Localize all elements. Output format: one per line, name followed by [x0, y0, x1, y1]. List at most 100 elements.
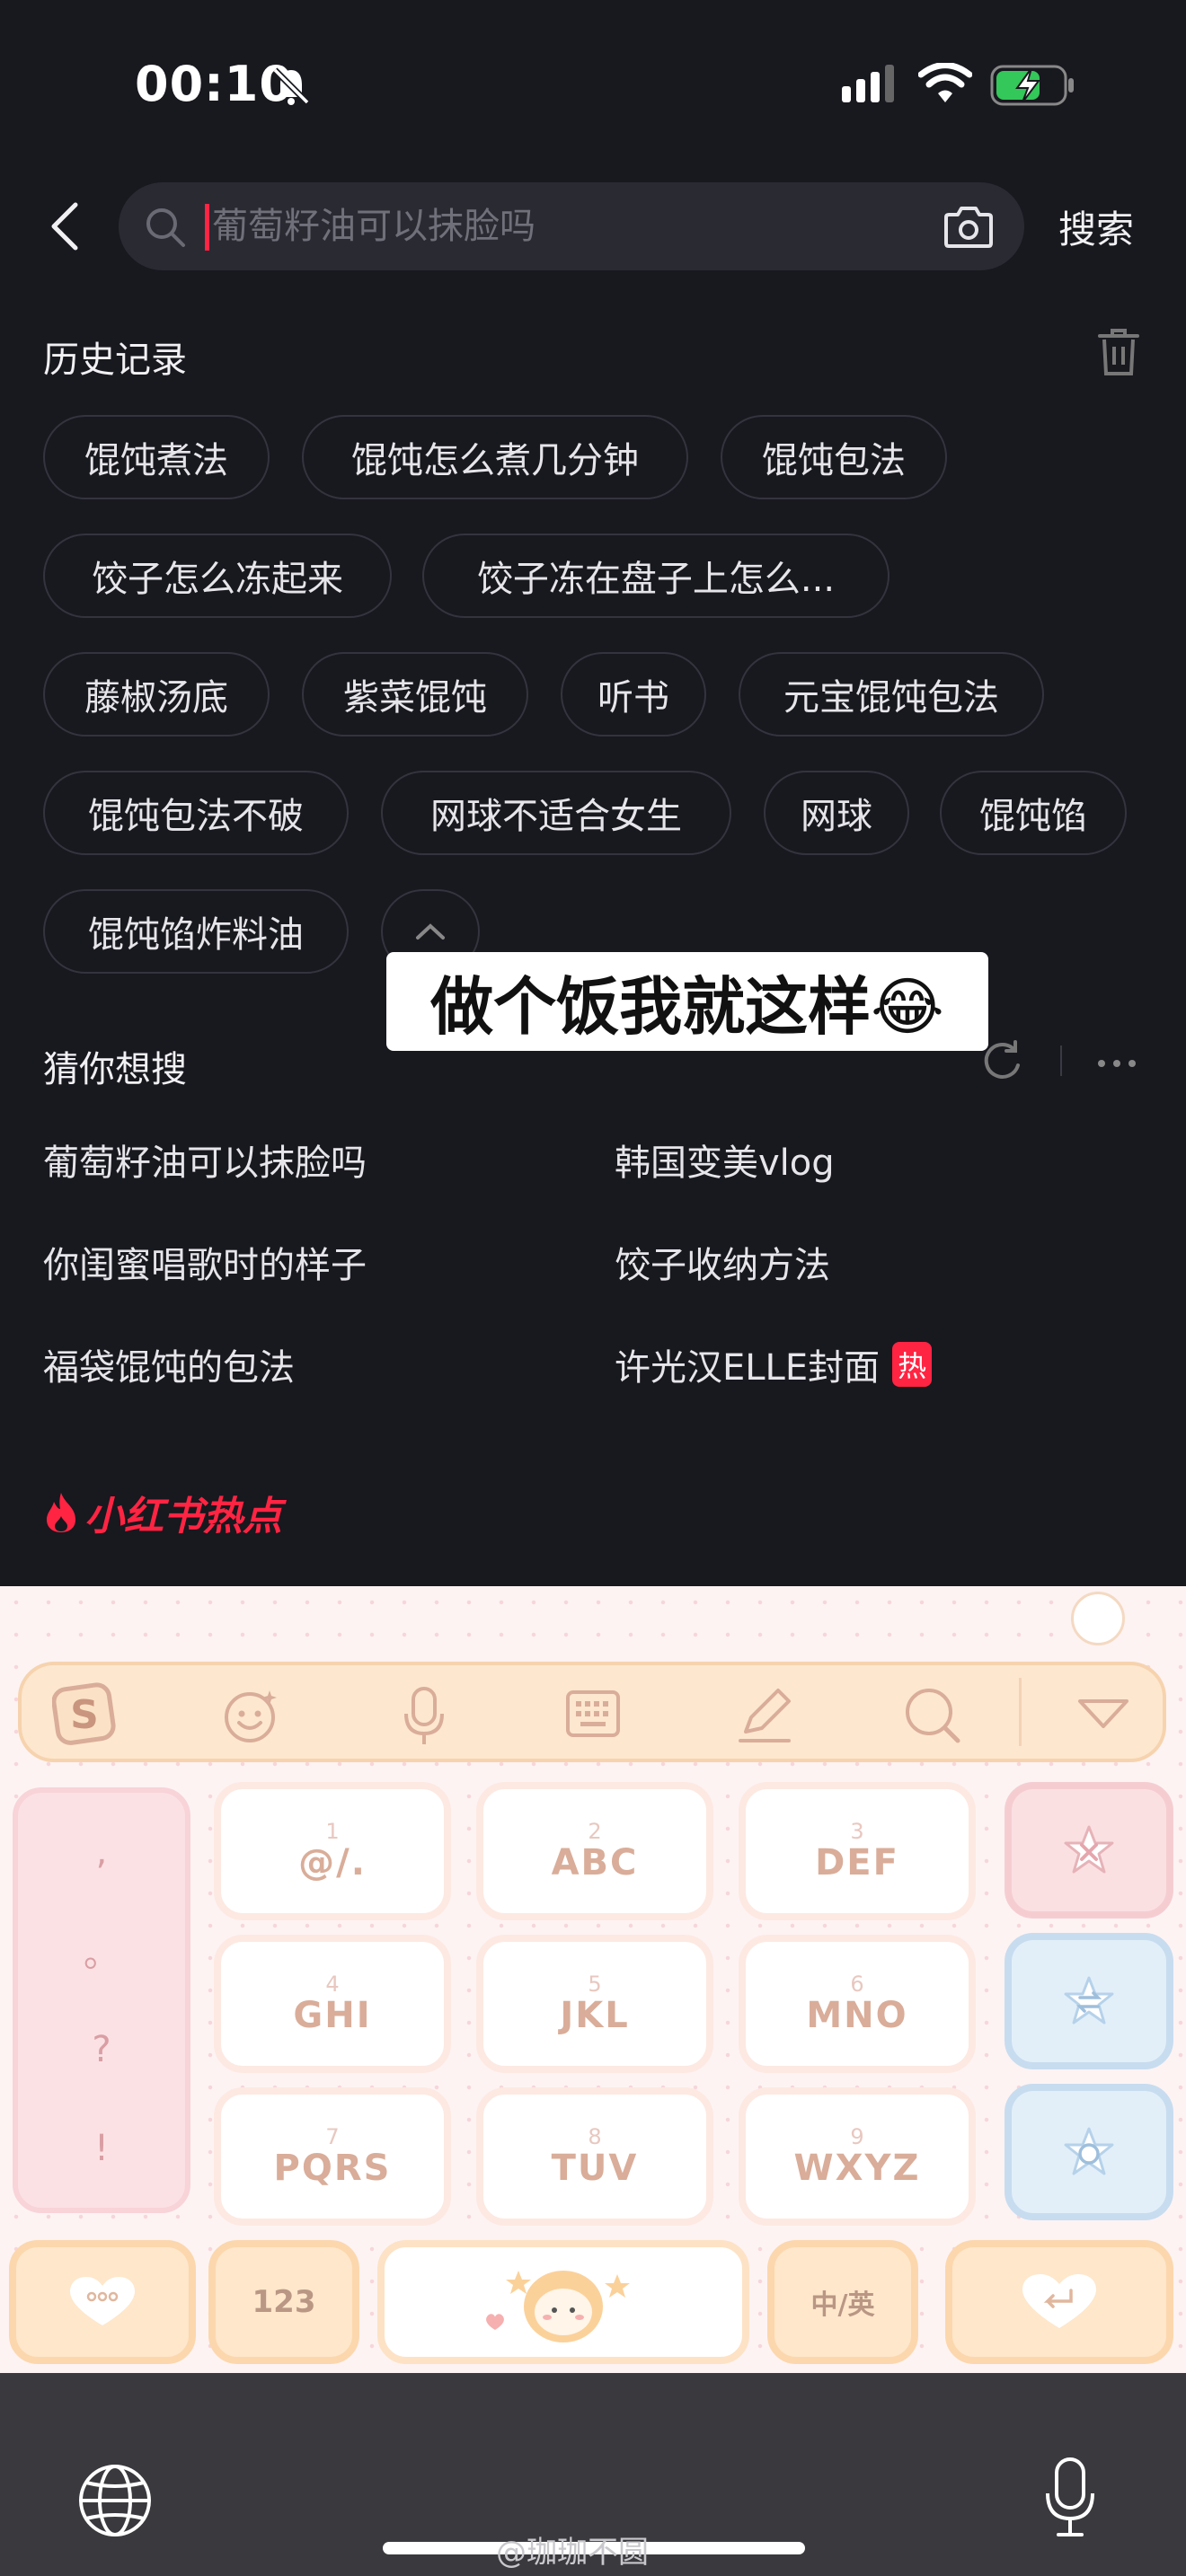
key-3[interactable]: 3 DEF: [739, 1782, 976, 1920]
delete-key[interactable]: [1005, 1782, 1173, 1919]
confirm-circle-icon: [1064, 2127, 1114, 2175]
more-icon[interactable]: [1096, 1058, 1137, 1069]
history-chip[interactable]: 馄饨包法: [721, 415, 947, 499]
history-chip[interactable]: 网球: [764, 771, 909, 855]
numbers-key[interactable]: 123: [208, 2240, 359, 2364]
key-label: MNO: [806, 1995, 908, 2036]
guess-item[interactable]: 福袋馄饨的包法: [43, 1338, 295, 1390]
history-chip[interactable]: 馄饨馅: [940, 771, 1127, 855]
punct-comma-key[interactable]: ,: [96, 1803, 108, 1901]
key-label: @/.: [298, 1842, 367, 1883]
search-icon[interactable]: [902, 1685, 963, 1746]
enter-key[interactable]: [945, 2240, 1173, 2364]
toolbar-divider: [1019, 1678, 1022, 1746]
camera-icon[interactable]: [943, 204, 994, 249]
key-number: 6: [850, 1972, 864, 1997]
key-number: 1: [325, 1819, 340, 1844]
key-number: 3: [850, 1819, 864, 1844]
key-6[interactable]: 6 MNO: [739, 1935, 976, 2073]
search-input[interactable]: [212, 198, 931, 254]
globe-icon[interactable]: [77, 2463, 153, 2538]
keyboard: S , 。 ? ! 1 @/. 2 ABC 3 DEF 4 GHI 5 JKL …: [0, 1586, 1186, 2373]
punctuation-column[interactable]: , 。 ? !: [13, 1787, 190, 2213]
mascot-character-icon: [486, 2271, 630, 2342]
guess-item[interactable]: 葡萄籽油可以抹脸吗: [43, 1134, 367, 1186]
trash-icon[interactable]: [1096, 327, 1141, 377]
svg-text:S: S: [70, 1692, 99, 1738]
hot-brand-label: 小红书热点: [84, 1494, 282, 1539]
key-label: ABC: [551, 1842, 639, 1883]
guess-item[interactable]: 你闺蜜唱歌时的样子: [43, 1236, 367, 1288]
history-chip[interactable]: 馄饨馅炸料油: [43, 889, 349, 974]
key-5[interactable]: 5 JKL: [476, 1935, 713, 2073]
punct-exclaim-key[interactable]: !: [94, 2099, 109, 2198]
switch-key[interactable]: [1005, 1933, 1173, 2069]
back-icon[interactable]: [47, 199, 83, 253]
key-2[interactable]: 2 ABC: [476, 1782, 713, 1920]
video-caption: 做个饭我就这样😂: [386, 952, 988, 1051]
history-chip[interactable]: 馄饨怎么煮几分钟: [302, 415, 688, 499]
heart-dots-icon: [70, 2277, 135, 2325]
key-label: TUV: [551, 2148, 639, 2189]
history-chip[interactable]: 馄饨包法不破: [43, 771, 349, 855]
emoji-icon[interactable]: [221, 1685, 282, 1746]
key-7[interactable]: 7 PQRS: [214, 2087, 451, 2226]
hot-brand[interactable]: 小红书热点: [43, 1484, 282, 1541]
history-chip[interactable]: 饺子怎么冻起来: [43, 534, 392, 618]
confirm-key[interactable]: [1005, 2084, 1173, 2220]
system-bottom-bar: @珈珈不圆: [0, 2373, 1186, 2576]
guess-title: 猜你想搜: [43, 1049, 187, 1090]
guess-item[interactable]: 许光汉ELLE封面热: [615, 1338, 933, 1390]
history-chip[interactable]: 藤椒汤底: [43, 652, 270, 737]
key-number: 4: [325, 1972, 340, 1997]
key-label: GHI: [293, 1995, 372, 2036]
punct-period-key[interactable]: 。: [84, 1901, 119, 2000]
heart-return-icon: [1022, 2274, 1096, 2328]
delete-icon: [1064, 1825, 1114, 1874]
key-number: 2: [588, 1819, 602, 1844]
dictation-microphone-icon[interactable]: [1042, 2456, 1098, 2538]
key-label: PQRS: [273, 2148, 392, 2189]
history-chip[interactable]: 饺子冻在盘子上怎么...: [422, 534, 890, 618]
key-8[interactable]: 8 TUV: [476, 2087, 713, 2226]
space-key[interactable]: [377, 2240, 749, 2364]
key-number: 5: [588, 1972, 602, 1997]
status-bar: 00:10: [0, 0, 1186, 171]
sogou-logo-icon[interactable]: S: [52, 1681, 117, 1746]
history-chip[interactable]: 馄饨煮法: [43, 415, 270, 499]
key-4[interactable]: 4 GHI: [214, 1935, 451, 2073]
guess-item-label: 许光汉ELLE封面: [615, 1347, 881, 1389]
numbers-key-label: 123: [252, 2284, 316, 2320]
key-number: 9: [850, 2124, 864, 2149]
language-switch-key[interactable]: 中/英: [767, 2240, 918, 2364]
pen-icon[interactable]: [737, 1685, 794, 1746]
divider: [1060, 1045, 1062, 1076]
flame-icon: [47, 1493, 75, 1532]
history-chip[interactable]: 紫菜馄饨: [302, 652, 528, 737]
punct-question-key[interactable]: ?: [92, 2000, 111, 2099]
hot-badge: 热: [892, 1342, 933, 1387]
guess-item[interactable]: 饺子收纳方法: [615, 1236, 830, 1288]
history-chip[interactable]: 听书: [561, 652, 706, 737]
language-key-label: 中/英: [810, 2289, 875, 2321]
key-1[interactable]: 1 @/.: [214, 1782, 451, 1920]
history-chip[interactable]: 元宝馄饨包法: [739, 652, 1044, 737]
key-number: 7: [325, 2124, 340, 2149]
key-number: 8: [588, 2124, 602, 2149]
keyboard-icon[interactable]: [564, 1685, 622, 1742]
key-9[interactable]: 9 WXYZ: [739, 2087, 976, 2226]
guess-item[interactable]: 韩国变美vlog: [615, 1134, 835, 1186]
battery-charging-icon: [990, 65, 1074, 106]
search-button[interactable]: 搜索: [1058, 199, 1134, 254]
key-label: WXYZ: [793, 2148, 921, 2189]
refresh-icon[interactable]: [979, 1038, 1024, 1083]
microphone-icon[interactable]: [399, 1685, 449, 1746]
wifi-icon: [918, 63, 972, 102]
collapse-keyboard-icon[interactable]: [1076, 1698, 1130, 1730]
history-chip[interactable]: 网球不适合女生: [381, 771, 731, 855]
more-symbols-key[interactable]: [9, 2240, 196, 2364]
keyboard-mascot-icon[interactable]: [1071, 1592, 1125, 1645]
text-caret: [205, 204, 209, 251]
bell-slash-icon: [272, 67, 310, 105]
search-box[interactable]: [119, 182, 1024, 270]
